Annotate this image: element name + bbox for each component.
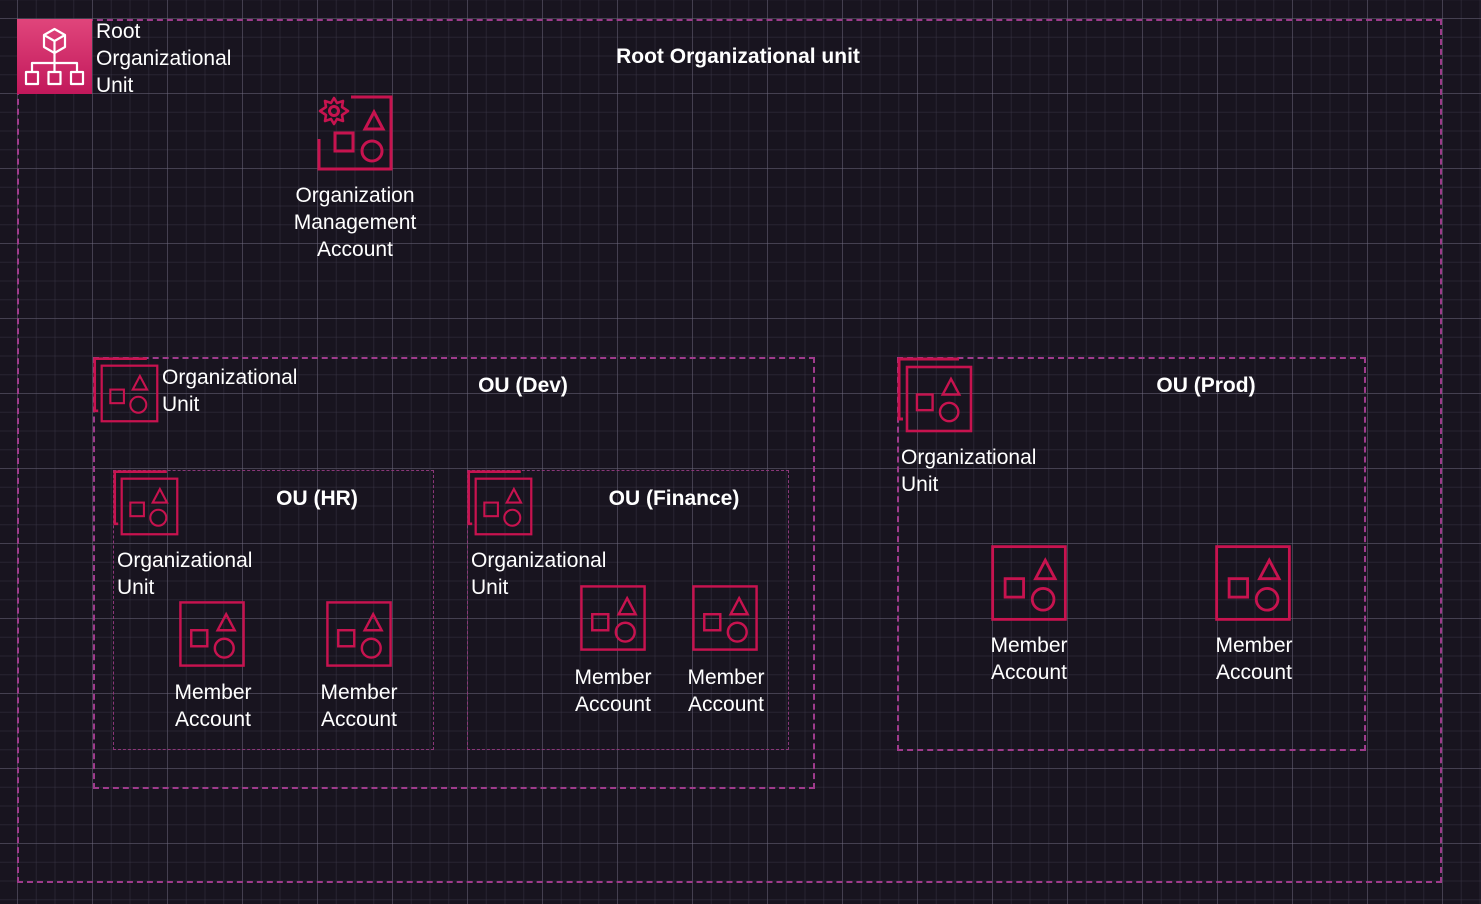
- label-line: Organization: [295, 184, 415, 207]
- label-line: Organizational: [901, 446, 1037, 469]
- member-account-label: Member Account: [574, 664, 651, 718]
- member-account-icon[interactable]: [991, 545, 1067, 621]
- management-account-label: Organization Management Account: [294, 182, 417, 263]
- organizational-unit-icon[interactable]: [93, 357, 159, 425]
- label-line: Member: [990, 634, 1068, 657]
- root-ou-title: Root Organizational unit: [616, 45, 860, 68]
- ou-dev-icon-label: Organizational Unit: [162, 364, 297, 418]
- ou-prod-icon-label: Organizational Unit: [901, 444, 1036, 498]
- label-line: Organizational: [162, 366, 298, 389]
- label-line: Member: [174, 681, 252, 704]
- label-line: Account: [1216, 661, 1292, 684]
- member-account-icon[interactable]: [692, 585, 758, 651]
- organizational-unit-icon[interactable]: [467, 470, 533, 536]
- label-line: Organizational: [96, 47, 232, 70]
- label-line: Account: [175, 708, 251, 731]
- ou-prod-title: OU (Prod): [1156, 374, 1256, 397]
- member-account-icon[interactable]: [179, 601, 245, 667]
- organizational-unit-icon[interactable]: [897, 357, 973, 433]
- label-line: Root: [96, 20, 141, 43]
- label-line: Member: [687, 666, 765, 689]
- label-line: Management: [293, 211, 417, 234]
- organizations-icon[interactable]: [17, 19, 92, 94]
- label-line: Member: [574, 666, 652, 689]
- management-account-icon[interactable]: [317, 95, 393, 171]
- label-line: Unit: [96, 74, 134, 97]
- label-line: Account: [991, 661, 1067, 684]
- label-line: Unit: [162, 393, 200, 416]
- label-line: Organizational: [471, 549, 607, 572]
- member-account-label: Member Account: [1215, 632, 1292, 686]
- label-line: Account: [575, 693, 651, 716]
- label-line: Member: [320, 681, 398, 704]
- label-line: Account: [321, 708, 397, 731]
- root-icon-label: Root Organizational Unit: [96, 18, 231, 99]
- ou-hr-title: OU (HR): [276, 487, 358, 510]
- member-account-label: Member Account: [320, 679, 397, 733]
- ou-hr-icon-label: Organizational Unit: [117, 547, 252, 601]
- organizational-unit-icon[interactable]: [113, 470, 179, 536]
- label-line: Unit: [901, 473, 939, 496]
- member-account-label: Member Account: [990, 632, 1067, 686]
- label-line: Member: [1215, 634, 1293, 657]
- label-line: Unit: [117, 576, 155, 599]
- label-line: Account: [688, 693, 764, 716]
- member-account-icon[interactable]: [1215, 545, 1291, 621]
- label-line: Account: [317, 238, 393, 261]
- ou-finance-title: OU (Finance): [608, 487, 740, 510]
- ou-dev-title: OU (Dev): [478, 374, 568, 397]
- member-account-icon[interactable]: [580, 585, 646, 651]
- member-account-label: Member Account: [174, 679, 251, 733]
- member-account-icon[interactable]: [326, 601, 392, 667]
- member-account-label: Member Account: [687, 664, 764, 718]
- label-line: Organizational: [117, 549, 253, 572]
